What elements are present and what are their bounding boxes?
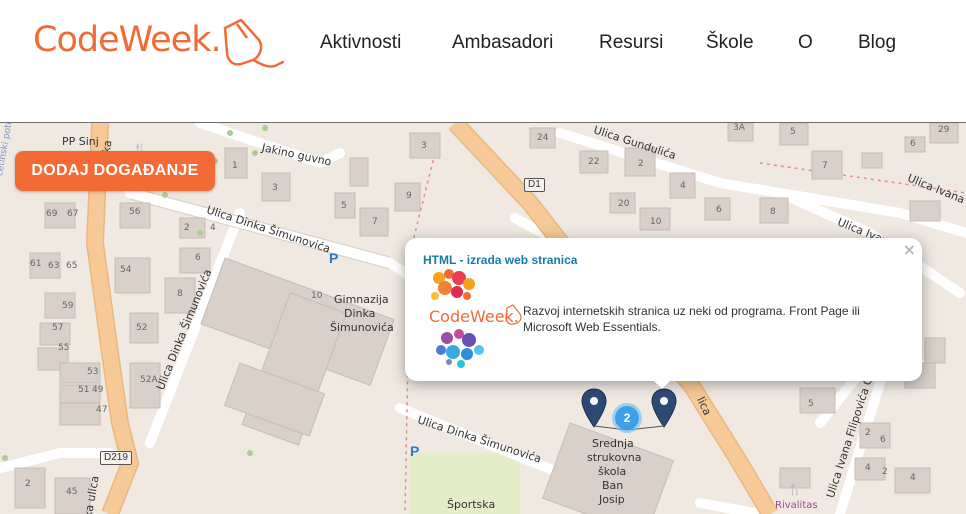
house-number: 7 <box>822 161 828 171</box>
house-number: 4 <box>865 463 871 473</box>
house-number: 1 <box>232 161 238 171</box>
house-number: 57 <box>52 323 64 333</box>
house-number: 69 <box>46 209 58 219</box>
poi-gimnazija-1: Gimnazija <box>334 293 389 306</box>
parking-icon: P <box>410 443 420 459</box>
house-number: 61 <box>30 259 42 269</box>
popup-description: Razvoj internetskih stranica uz neki od … <box>523 304 860 334</box>
house-number: 67 <box>67 209 79 219</box>
house-number: 6 <box>910 139 916 149</box>
site-header: CodeWeek. Aktivnosti Ambasadori Resursi … <box>0 0 966 123</box>
poi-sportska: Športska <box>447 498 496 511</box>
popup-tip <box>651 378 673 389</box>
poi-gimnazija-3: Šimunovića <box>330 321 394 334</box>
poi-srednja-5: Josip <box>599 493 625 506</box>
house-number: 8 <box>177 289 183 299</box>
poi-srednja-2: strukovna <box>587 451 642 464</box>
logo-text: CodeWeek. <box>33 20 222 60</box>
house-number: 2 <box>865 428 871 438</box>
house-number: 4 <box>680 181 686 191</box>
poi-rivalitas: Rivalitas <box>775 500 818 511</box>
house-number: 49 <box>92 385 104 395</box>
house-number: 6 <box>716 205 722 215</box>
cluster-count: 2 <box>615 406 639 430</box>
road-shield-d219: D219 <box>100 451 132 465</box>
house-number: 2 <box>882 467 888 477</box>
close-icon[interactable]: × <box>903 240 916 259</box>
house-number: 4 <box>910 473 916 483</box>
house-number: 10 <box>311 291 323 301</box>
house-number: 54 <box>120 265 132 275</box>
house-number: 52A <box>140 375 158 385</box>
house-number: 5 <box>790 127 796 137</box>
house-number: 3A <box>733 123 745 133</box>
poi-pp-sinj: PP Sinj <box>62 135 99 148</box>
poi-srednja-1: Srednja <box>592 437 634 450</box>
house-number: 8 <box>770 207 776 217</box>
house-number: 5 <box>341 201 347 211</box>
house-number: 6 <box>880 435 886 445</box>
house-number: 65 <box>66 261 78 271</box>
event-image: CodeWeek. <box>429 269 522 368</box>
house-number: 51 <box>78 385 90 395</box>
road-shield-d1: D1 <box>524 178 545 192</box>
house-number: 2 <box>25 479 31 489</box>
poi-srednja-3: škola <box>598 465 627 478</box>
house-number: 56 <box>129 207 141 217</box>
poi-srednja-4: Ban <box>602 479 624 492</box>
house-number: 29 <box>938 125 950 135</box>
nav-item-blog[interactable]: Blog <box>858 32 896 54</box>
parking-icon: P <box>329 250 339 266</box>
house-number: 3 <box>272 183 278 193</box>
restaurant-icon: 🍴 <box>788 483 802 496</box>
house-number: 9 <box>406 191 412 201</box>
nav-item-o[interactable]: O <box>798 32 813 54</box>
poi-gimnazija-2: Dinka <box>344 307 376 320</box>
house-number: 2 <box>184 223 190 233</box>
event-image-logo-text: CodeWeek. <box>429 307 519 326</box>
events-map[interactable]: PP Sinj 🍴 Jakino guvno Ulica Dinka Šimun… <box>0 123 966 514</box>
nav-item-resursi[interactable]: Resursi <box>599 32 663 54</box>
house-number: 55 <box>58 343 70 353</box>
house-number: 7 <box>372 217 378 227</box>
house-number: 5 <box>808 399 814 409</box>
mouse-cursor-icon <box>223 18 284 68</box>
nav-item-aktivnosti[interactable]: Aktivnosti <box>320 32 401 54</box>
house-number: 4 <box>210 223 216 233</box>
house-number: 63 <box>48 261 60 271</box>
house-number: 45 <box>66 487 78 497</box>
house-number: 3 <box>421 141 427 151</box>
house-number: 10 <box>650 217 662 227</box>
event-popup: × HTML - izrada web stranica CodeWeek. R… <box>405 238 922 381</box>
house-number: 6 <box>195 253 201 263</box>
house-number: 47 <box>96 405 108 415</box>
codeweek-logo[interactable]: CodeWeek. <box>33 14 287 74</box>
house-number: 2 <box>638 159 644 169</box>
house-number: 24 <box>537 133 549 143</box>
house-number: 52 <box>136 323 148 333</box>
house-number: 59 <box>62 301 74 311</box>
house-number: 53 <box>87 367 99 377</box>
nav-item-ambasadori[interactable]: Ambasadori <box>452 32 553 54</box>
add-event-button[interactable]: DODAJ DOGAĐANJE <box>15 151 215 191</box>
house-number: 22 <box>588 157 600 167</box>
nav-item-skole[interactable]: Škole <box>706 32 754 54</box>
marker-cluster[interactable]: 2 <box>612 403 642 433</box>
house-number: 20 <box>618 199 630 209</box>
popup-title-link[interactable]: HTML - izrada web stranica <box>423 253 577 267</box>
